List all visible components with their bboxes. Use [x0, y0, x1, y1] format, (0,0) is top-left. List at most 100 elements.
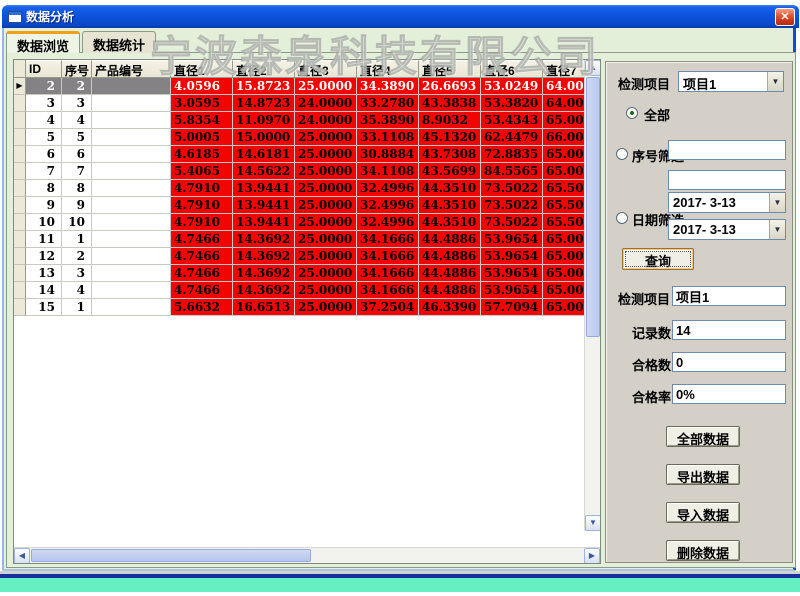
- table-row[interactable]: 333.059514.872324.000033.278043.383853.3…: [14, 95, 584, 112]
- cell[interactable]: 14.8723: [233, 95, 295, 112]
- scroll-left-icon[interactable]: ◀: [14, 548, 30, 564]
- radio-seq-filter[interactable]: [616, 148, 628, 160]
- cell[interactable]: 43.7308: [419, 146, 481, 163]
- cell[interactable]: [92, 78, 171, 95]
- cell[interactable]: 13.9441: [233, 214, 295, 231]
- column-header[interactable]: 直径6: [481, 60, 543, 78]
- cell[interactable]: 4.7466: [171, 265, 233, 282]
- cell[interactable]: 65.0000: [543, 248, 584, 265]
- cell[interactable]: 9: [62, 197, 92, 214]
- tab-data-browse[interactable]: 数据浏览: [6, 31, 80, 53]
- cell[interactable]: 34.3890: [357, 78, 419, 95]
- vertical-scroll-thumb[interactable]: [586, 77, 600, 337]
- row-selector[interactable]: [14, 231, 26, 248]
- cell[interactable]: 44.3510: [419, 197, 481, 214]
- cell[interactable]: 32.4996: [357, 214, 419, 231]
- cell[interactable]: 37.2504: [357, 299, 419, 316]
- row-selector[interactable]: [14, 112, 26, 129]
- cell[interactable]: 4.6185: [171, 146, 233, 163]
- cell[interactable]: 34.1666: [357, 265, 419, 282]
- table-row[interactable]: 994.791013.944125.000032.499644.351073.5…: [14, 197, 584, 214]
- cell[interactable]: 25.0000: [295, 180, 357, 197]
- radio-date-filter[interactable]: [616, 212, 628, 224]
- cell[interactable]: 5.8354: [171, 112, 233, 129]
- table-row[interactable]: 1444.746614.369225.000034.166644.488653.…: [14, 282, 584, 299]
- cell[interactable]: 6: [62, 146, 92, 163]
- table-row[interactable]: 664.618514.618125.000030.888443.730872.8…: [14, 146, 584, 163]
- cell[interactable]: 44.3510: [419, 214, 481, 231]
- scroll-up-icon[interactable]: ▲: [585, 60, 601, 76]
- cell[interactable]: 3.0595: [171, 95, 233, 112]
- cell[interactable]: 65.5000: [543, 214, 584, 231]
- cell[interactable]: 3: [62, 95, 92, 112]
- cell[interactable]: 53.3820: [481, 95, 543, 112]
- cell[interactable]: 73.5022: [481, 214, 543, 231]
- cell[interactable]: 43.5699: [419, 163, 481, 180]
- cell[interactable]: 25.0000: [295, 197, 357, 214]
- cell[interactable]: 4.0596: [171, 78, 233, 95]
- cell[interactable]: 11: [26, 231, 62, 248]
- cell[interactable]: 1: [62, 231, 92, 248]
- cell[interactable]: [92, 180, 171, 197]
- seq-to-input[interactable]: [668, 170, 786, 190]
- cell[interactable]: 34.1666: [357, 248, 419, 265]
- cell[interactable]: 24.0000: [295, 112, 357, 129]
- tab-data-stats[interactable]: 数据统计: [82, 31, 156, 53]
- cell[interactable]: 9: [26, 197, 62, 214]
- chevron-down-icon[interactable]: ▼: [769, 220, 785, 239]
- row-selector[interactable]: [14, 129, 26, 146]
- cell[interactable]: 65.0000: [543, 146, 584, 163]
- cell[interactable]: 25.0000: [295, 248, 357, 265]
- table-row[interactable]: 1224.746614.369225.000034.166644.488653.…: [14, 248, 584, 265]
- column-header[interactable]: 序号: [62, 60, 92, 78]
- cell[interactable]: 15.0000: [233, 129, 295, 146]
- cell[interactable]: 53.9654: [481, 231, 543, 248]
- table-row[interactable]: 884.791013.944125.000032.499644.351073.5…: [14, 180, 584, 197]
- table-row[interactable]: 445.835411.097024.000035.38908.903253.43…: [14, 112, 584, 129]
- cell[interactable]: 4.7910: [171, 197, 233, 214]
- vertical-scrollbar[interactable]: ▲ ▼: [584, 60, 600, 531]
- cell[interactable]: 34.1108: [357, 163, 419, 180]
- cell[interactable]: 12: [26, 248, 62, 265]
- cell[interactable]: 4.7910: [171, 214, 233, 231]
- cell[interactable]: 3: [62, 265, 92, 282]
- cell[interactable]: 72.8835: [481, 146, 543, 163]
- chevron-down-icon[interactable]: ▼: [767, 72, 783, 91]
- cell[interactable]: 4: [62, 282, 92, 299]
- column-header[interactable]: 直径3: [295, 60, 357, 78]
- cell[interactable]: 5.4065: [171, 163, 233, 180]
- close-button[interactable]: ✕: [775, 8, 795, 26]
- import-data-button[interactable]: 导入数据: [666, 502, 740, 523]
- current-row-indicator-icon[interactable]: ▶: [14, 78, 26, 95]
- cell[interactable]: 25.0000: [295, 129, 357, 146]
- export-data-button[interactable]: 导出数据: [666, 464, 740, 485]
- cell[interactable]: 65.0000: [543, 231, 584, 248]
- cell[interactable]: 14: [26, 282, 62, 299]
- detect-item-dropdown[interactable]: 项目1 ▼: [678, 71, 784, 92]
- scroll-down-icon[interactable]: ▼: [585, 515, 601, 531]
- cell[interactable]: 16.6513: [233, 299, 295, 316]
- cell[interactable]: 33.1108: [357, 129, 419, 146]
- cell[interactable]: 44.3510: [419, 180, 481, 197]
- cell[interactable]: 65.5000: [543, 197, 584, 214]
- cell[interactable]: 7: [62, 163, 92, 180]
- cell[interactable]: 64.0000: [543, 95, 584, 112]
- cell[interactable]: 53.9654: [481, 248, 543, 265]
- cell[interactable]: 6: [26, 146, 62, 163]
- cell[interactable]: [92, 95, 171, 112]
- cell[interactable]: 44.4886: [419, 282, 481, 299]
- cell[interactable]: 4: [26, 112, 62, 129]
- table-row[interactable]: 775.406514.562225.000034.110843.569984.5…: [14, 163, 584, 180]
- row-selector[interactable]: [14, 265, 26, 282]
- cell[interactable]: 53.9654: [481, 265, 543, 282]
- cell[interactable]: 13: [26, 265, 62, 282]
- cell[interactable]: 44.4886: [419, 265, 481, 282]
- table-row[interactable]: 555.000515.000025.000033.110845.132062.4…: [14, 129, 584, 146]
- cell[interactable]: 14.6181: [233, 146, 295, 163]
- cell[interactable]: 84.5565: [481, 163, 543, 180]
- cell[interactable]: 13.9441: [233, 180, 295, 197]
- cell[interactable]: 65.0000: [543, 299, 584, 316]
- cell[interactable]: 4.7466: [171, 248, 233, 265]
- cell[interactable]: 45.1320: [419, 129, 481, 146]
- cell[interactable]: 73.5022: [481, 197, 543, 214]
